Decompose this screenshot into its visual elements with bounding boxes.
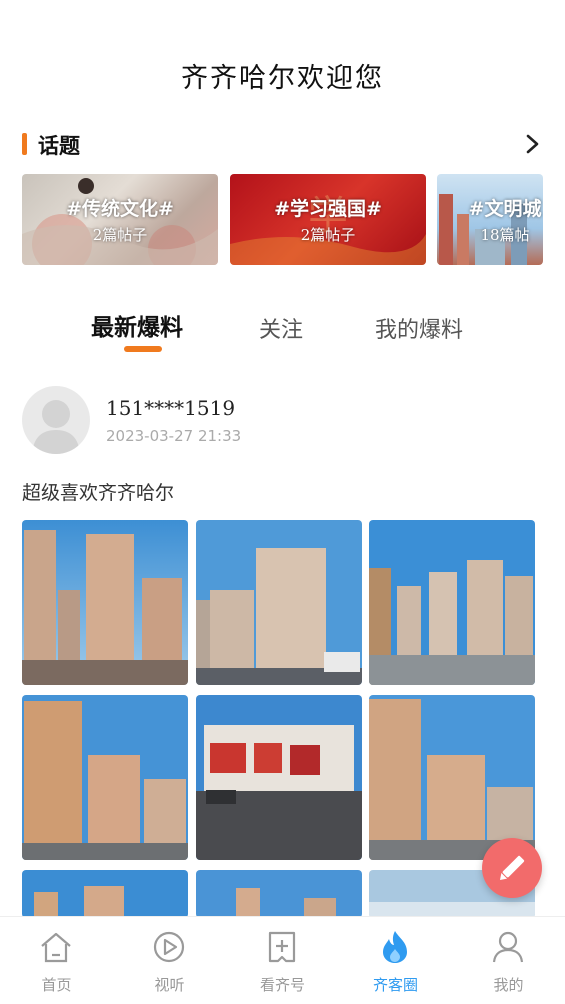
topic-card-study-strong-nation[interactable]: 学 #学习强国# 2篇帖子 [230,174,426,265]
post-timestamp: 2023-03-27 21:33 [106,427,242,445]
tabbar-label: 齐客圈 [372,976,418,994]
tab-my-reports[interactable]: 我的爆料 [375,312,463,344]
tabbar-label: 看齐号 [259,976,305,994]
post-photo[interactable] [196,870,362,918]
section-accent-bar [22,133,27,155]
photo-image [369,520,535,685]
tabbar-label: 首页 [41,976,72,994]
photo-image [22,520,188,685]
tabbar-item-mine[interactable]: 我的 [452,917,565,1004]
active-tab-indicator [124,346,162,352]
feed-tabs: 最新爆料 关注 我的爆料 [0,308,565,358]
post-photo[interactable] [196,695,362,860]
photo-image [196,695,362,860]
topics-carousel[interactable]: #传统文化# 2篇帖子 学 #学习强国# 2篇帖子 #文明城 18篇帖 [22,174,543,266]
post-photo[interactable] [196,520,362,685]
pencil-icon [499,855,525,881]
post-username[interactable]: 151****1519 [106,396,235,420]
topic-card-civilized-city[interactable]: #文明城 18篇帖 [437,174,543,265]
post-photo[interactable] [22,520,188,685]
page-title: 齐齐哈尔欢迎您 [181,63,384,94]
photo-image [22,870,188,918]
avatar[interactable] [22,386,90,454]
topics-section-title: 话题 [38,134,80,158]
bottom-tab-bar: 首页 视听 看齐号 齐客圈 我的 [0,916,565,1004]
chevron-right-icon[interactable] [521,132,543,156]
tabbar-label: 视听 [154,976,185,994]
create-post-button[interactable] [482,838,542,898]
user-icon [492,931,524,963]
tab-follow[interactable]: 关注 [259,312,303,344]
flame-icon [383,931,407,963]
post-photo[interactable] [369,520,535,685]
tabbar-item-home[interactable]: 首页 [0,917,113,1004]
topics-header: 话题 [22,130,545,160]
tabbar-item-kanqi[interactable]: 看齐号 [226,917,339,1004]
tab-latest[interactable]: 最新爆料 [91,308,183,342]
photo-image [196,520,362,685]
photo-image [22,695,188,860]
tabbar-item-qike[interactable]: 齐客圈 [339,917,452,1004]
photo-image [196,870,362,918]
topic-card-traditional-culture[interactable]: #传统文化# 2篇帖子 [22,174,218,265]
tabbar-item-media[interactable]: 视听 [113,917,226,1004]
topic-name: #传统文化# [66,198,174,220]
home-icon [41,932,71,963]
plus-square-icon [268,931,296,963]
default-avatar-icon [32,400,80,454]
topic-post-count: 2篇帖子 [92,226,148,244]
topic-name: #学习强国# [274,198,382,220]
post-photo[interactable] [22,870,188,918]
tabbar-label: 我的 [493,976,524,994]
post-photo[interactable] [22,695,188,860]
post-photo[interactable] [369,695,535,860]
topic-name: #文明城 [468,198,542,220]
topic-post-count: 18篇帖 [480,226,530,244]
play-circle-icon [153,931,185,963]
post-text: 超级喜欢齐齐哈尔 [22,482,175,504]
topic-post-count: 2篇帖子 [300,226,356,244]
photo-image [369,695,535,860]
